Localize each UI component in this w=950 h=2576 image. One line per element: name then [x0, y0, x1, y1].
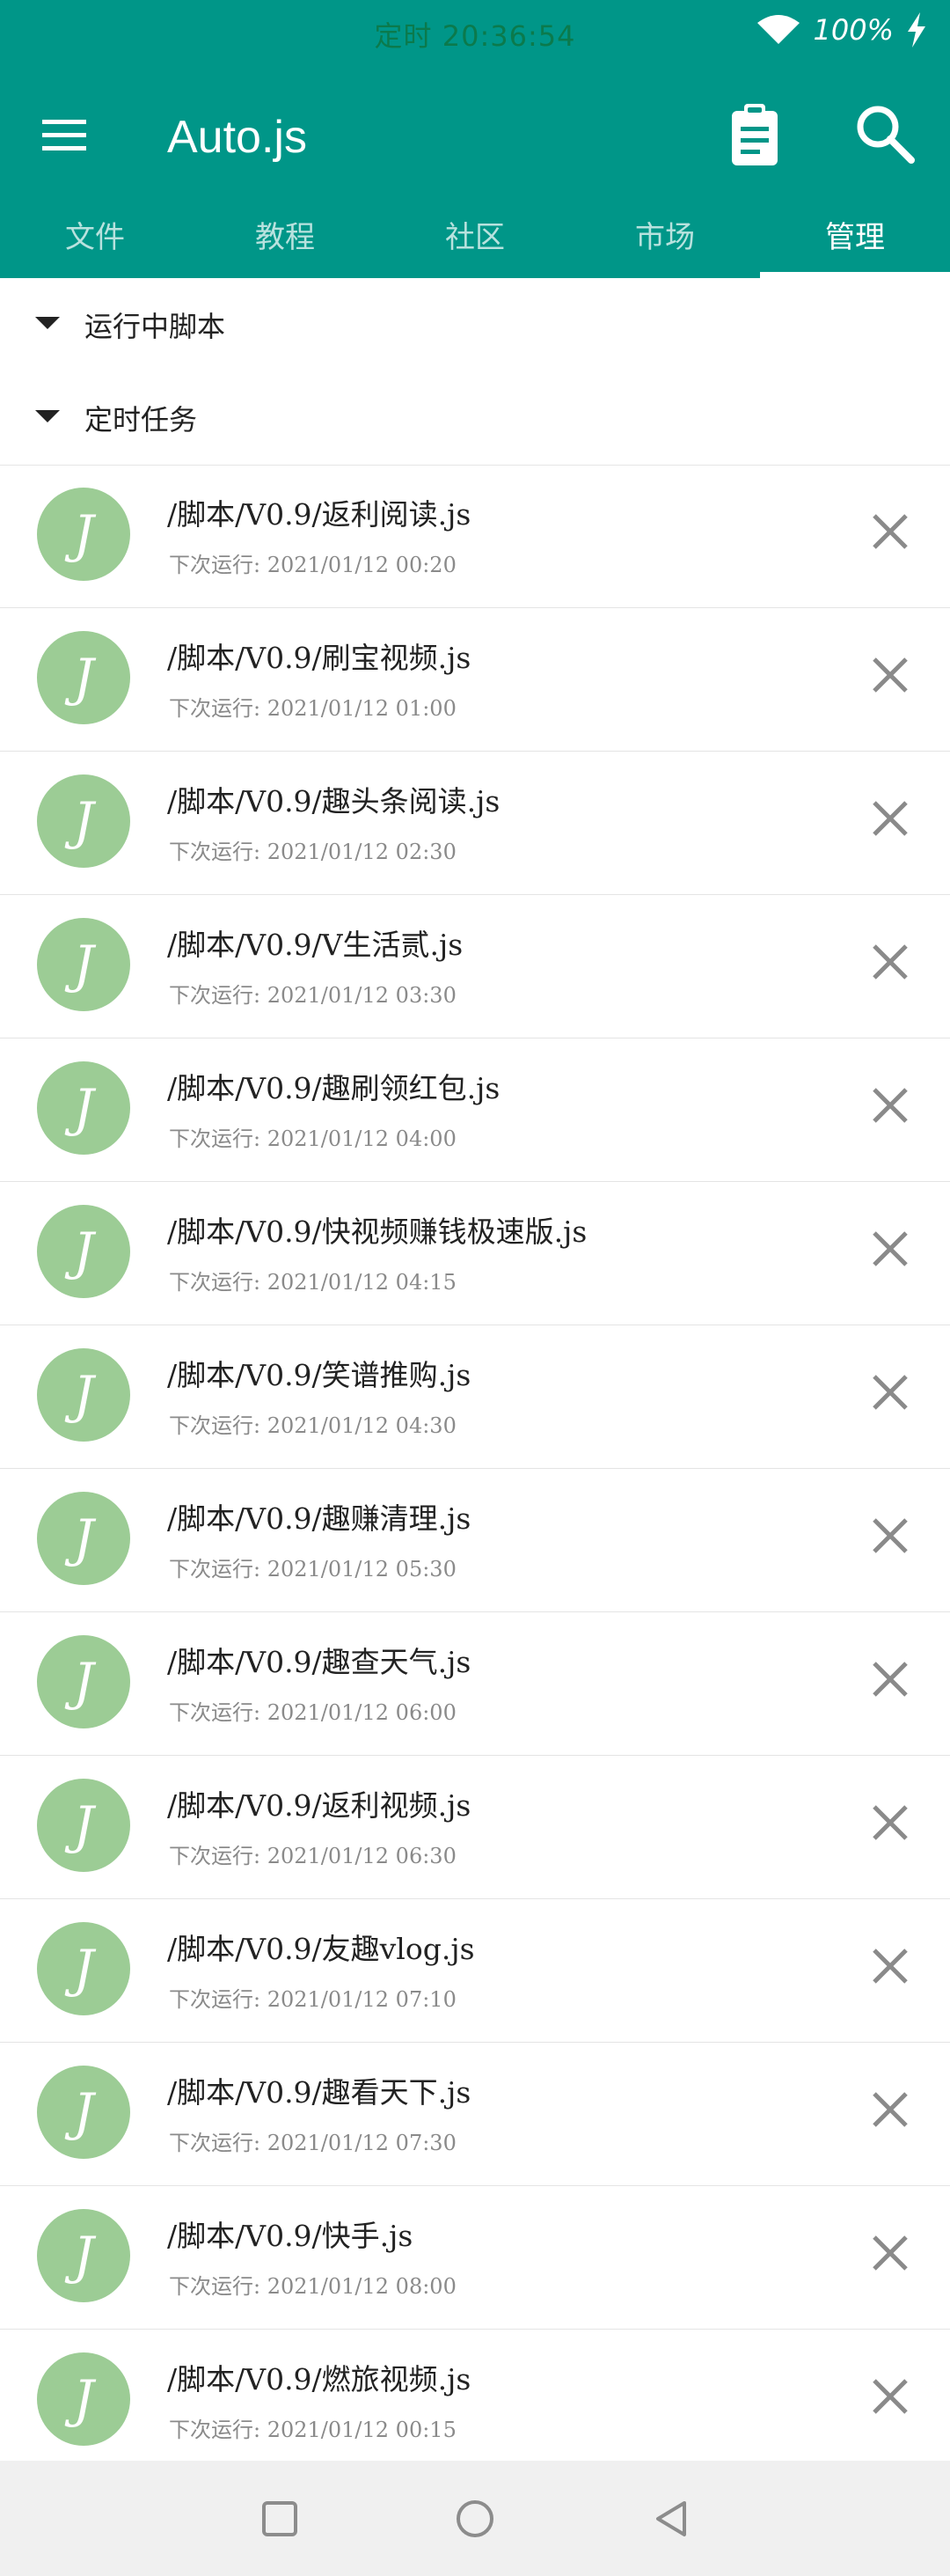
- square-recents-icon[interactable]: [259, 2498, 301, 2540]
- task-row[interactable]: J/脚本/V0.9/趣查天气.js 下次运行: 2021/01/12 06:00: [0, 1612, 950, 1756]
- task-row[interactable]: J/脚本/V0.9/快手.js 下次运行: 2021/01/12 08:00: [0, 2186, 950, 2330]
- close-icon[interactable]: [867, 509, 913, 554]
- script-avatar: J: [37, 2066, 130, 2159]
- task-path: /脚本/V0.9/返利视频.js: [167, 1788, 471, 1823]
- task-next-run: 下次运行: 2021/01/12 05:30: [169, 1557, 457, 1582]
- script-avatar: J: [37, 1348, 130, 1442]
- expand-triangle-icon: [35, 410, 60, 422]
- task-path: /脚本/V0.9/趣赚清理.js: [167, 1501, 471, 1536]
- section-label: 定时任务: [84, 403, 198, 437]
- charging-icon: [908, 12, 925, 48]
- task-next-run: 下次运行: 2021/01/12 04:30: [169, 1413, 457, 1438]
- tab-bar: 文件 教程 社区 市场 管理: [0, 190, 950, 278]
- close-icon[interactable]: [867, 1943, 913, 1989]
- menu-icon[interactable]: [33, 104, 95, 165]
- task-path: /脚本/V0.9/返利阅读.js: [167, 497, 471, 532]
- tab-files[interactable]: 文件: [0, 190, 190, 278]
- script-avatar: J: [37, 1635, 130, 1728]
- script-avatar: J: [37, 631, 130, 724]
- task-row[interactable]: J/脚本/V0.9/燃旅视频.js 下次运行: 2021/01/12 00:15: [0, 2330, 950, 2473]
- circle-home-icon[interactable]: [454, 2498, 496, 2540]
- task-path: /脚本/V0.9/友趣vlog.js: [167, 1932, 475, 1966]
- task-path: /脚本/V0.9/V生活贰.js: [167, 928, 464, 962]
- tab-tutorial[interactable]: 教程: [190, 190, 380, 278]
- task-next-run: 下次运行: 2021/01/12 01:00: [169, 696, 457, 721]
- close-icon[interactable]: [867, 2230, 913, 2276]
- section-running-scripts[interactable]: 运行中脚本: [0, 278, 950, 372]
- task-row[interactable]: J/脚本/V0.9/趣看天下.js 下次运行: 2021/01/12 07:30: [0, 2043, 950, 2186]
- task-next-run: 下次运行: 2021/01/12 06:00: [169, 1700, 457, 1725]
- task-next-run: 下次运行: 2021/01/12 00:15: [169, 2418, 457, 2442]
- close-icon[interactable]: [867, 1226, 913, 1272]
- status-indicators: 100%: [756, 12, 927, 48]
- wifi-icon: [756, 15, 800, 44]
- toolbar: Auto.js: [0, 67, 950, 208]
- close-icon[interactable]: [867, 939, 913, 985]
- task-next-run: 下次运行: 2021/01/12 08:00: [169, 2274, 457, 2299]
- task-next-run: 下次运行: 2021/01/12 04:00: [169, 1127, 457, 1151]
- close-icon[interactable]: [867, 1656, 913, 1702]
- task-path: /脚本/V0.9/快视频赚钱极速版.js: [167, 1215, 588, 1249]
- script-avatar: J: [37, 1205, 130, 1298]
- task-next-run: 下次运行: 2021/01/12 03:30: [169, 983, 457, 1008]
- task-row[interactable]: J/脚本/V0.9/笑谱推购.js 下次运行: 2021/01/12 04:30: [0, 1325, 950, 1469]
- tab-manage[interactable]: 管理: [760, 190, 950, 278]
- close-icon[interactable]: [867, 652, 913, 698]
- status-bar: 定时 20:36:54 100%: [0, 0, 950, 67]
- task-row[interactable]: J/脚本/V0.9/返利视频.js 下次运行: 2021/01/12 06:30: [0, 1756, 950, 1899]
- script-avatar: J: [37, 2209, 130, 2302]
- close-icon[interactable]: [867, 1800, 913, 1846]
- expand-triangle-icon: [35, 317, 60, 329]
- task-path: /脚本/V0.9/趣看天下.js: [167, 2075, 471, 2110]
- task-path: /脚本/V0.9/快手.js: [167, 2219, 413, 2253]
- task-path: /脚本/V0.9/趣刷领红包.js: [167, 1071, 501, 1105]
- close-icon[interactable]: [867, 2087, 913, 2132]
- script-avatar: J: [37, 488, 130, 581]
- triangle-back-icon[interactable]: [651, 2498, 693, 2540]
- task-path: /脚本/V0.9/燃旅视频.js: [167, 2362, 471, 2396]
- section-scheduled-tasks[interactable]: 定时任务: [0, 371, 950, 466]
- task-row[interactable]: J/脚本/V0.9/V生活贰.js 下次运行: 2021/01/12 03:30: [0, 895, 950, 1038]
- tab-community[interactable]: 社区: [380, 190, 570, 278]
- task-path: /脚本/V0.9/趣查天气.js: [167, 1645, 471, 1679]
- script-avatar: J: [37, 918, 130, 1011]
- script-avatar: J: [37, 2352, 130, 2446]
- task-next-run: 下次运行: 2021/01/12 07:30: [169, 2131, 457, 2155]
- close-icon[interactable]: [867, 2374, 913, 2419]
- system-nav-bar: [0, 2461, 950, 2576]
- close-icon[interactable]: [867, 796, 913, 841]
- script-avatar: J: [37, 774, 130, 868]
- script-avatar: J: [37, 1492, 130, 1585]
- task-path: /脚本/V0.9/笑谱推购.js: [167, 1358, 471, 1392]
- task-next-run: 下次运行: 2021/01/12 04:15: [169, 1270, 457, 1295]
- clipboard-icon[interactable]: [721, 99, 788, 169]
- task-path: /脚本/V0.9/刷宝视频.js: [167, 641, 471, 675]
- search-icon[interactable]: [850, 99, 920, 169]
- task-row[interactable]: J/脚本/V0.9/趣刷领红包.js 下次运行: 2021/01/12 04:00: [0, 1038, 950, 1182]
- script-avatar: J: [37, 1779, 130, 1872]
- task-row[interactable]: J/脚本/V0.9/趣赚清理.js 下次运行: 2021/01/12 05:30: [0, 1469, 950, 1612]
- task-row[interactable]: J/脚本/V0.9/快视频赚钱极速版.js 下次运行: 2021/01/12 04…: [0, 1182, 950, 1325]
- task-row[interactable]: J/脚本/V0.9/刷宝视频.js 下次运行: 2021/01/12 01:00: [0, 608, 950, 752]
- task-row[interactable]: J/脚本/V0.9/趣头条阅读.js 下次运行: 2021/01/12 02:30: [0, 752, 950, 895]
- task-next-run: 下次运行: 2021/01/12 06:30: [169, 1844, 457, 1868]
- battery-level: 100%: [813, 13, 894, 47]
- task-next-run: 下次运行: 2021/01/12 02:30: [169, 840, 457, 864]
- close-icon[interactable]: [867, 1369, 913, 1415]
- section-label: 运行中脚本: [84, 310, 226, 343]
- tab-market[interactable]: 市场: [570, 190, 760, 278]
- app-title: Auto.js: [167, 112, 307, 163]
- task-next-run: 下次运行: 2021/01/12 00:20: [169, 553, 457, 577]
- script-avatar: J: [37, 1922, 130, 2015]
- task-row[interactable]: J/脚本/V0.9/友趣vlog.js 下次运行: 2021/01/12 07:1…: [0, 1899, 950, 2043]
- close-icon[interactable]: [867, 1513, 913, 1559]
- task-next-run: 下次运行: 2021/01/12 07:10: [169, 1987, 457, 2012]
- app-bar: 定时 20:36:54 100% Auto.js 文件 教程 社区 市场 管理: [0, 0, 950, 278]
- script-avatar: J: [37, 1061, 130, 1155]
- close-icon[interactable]: [867, 1083, 913, 1128]
- task-row[interactable]: J/脚本/V0.9/返利阅读.js 下次运行: 2021/01/12 00:20: [0, 465, 950, 608]
- task-path: /脚本/V0.9/趣头条阅读.js: [167, 784, 501, 818]
- scheduled-task-list: J/脚本/V0.9/返利阅读.js 下次运行: 2021/01/12 00:20 J…: [0, 465, 950, 2473]
